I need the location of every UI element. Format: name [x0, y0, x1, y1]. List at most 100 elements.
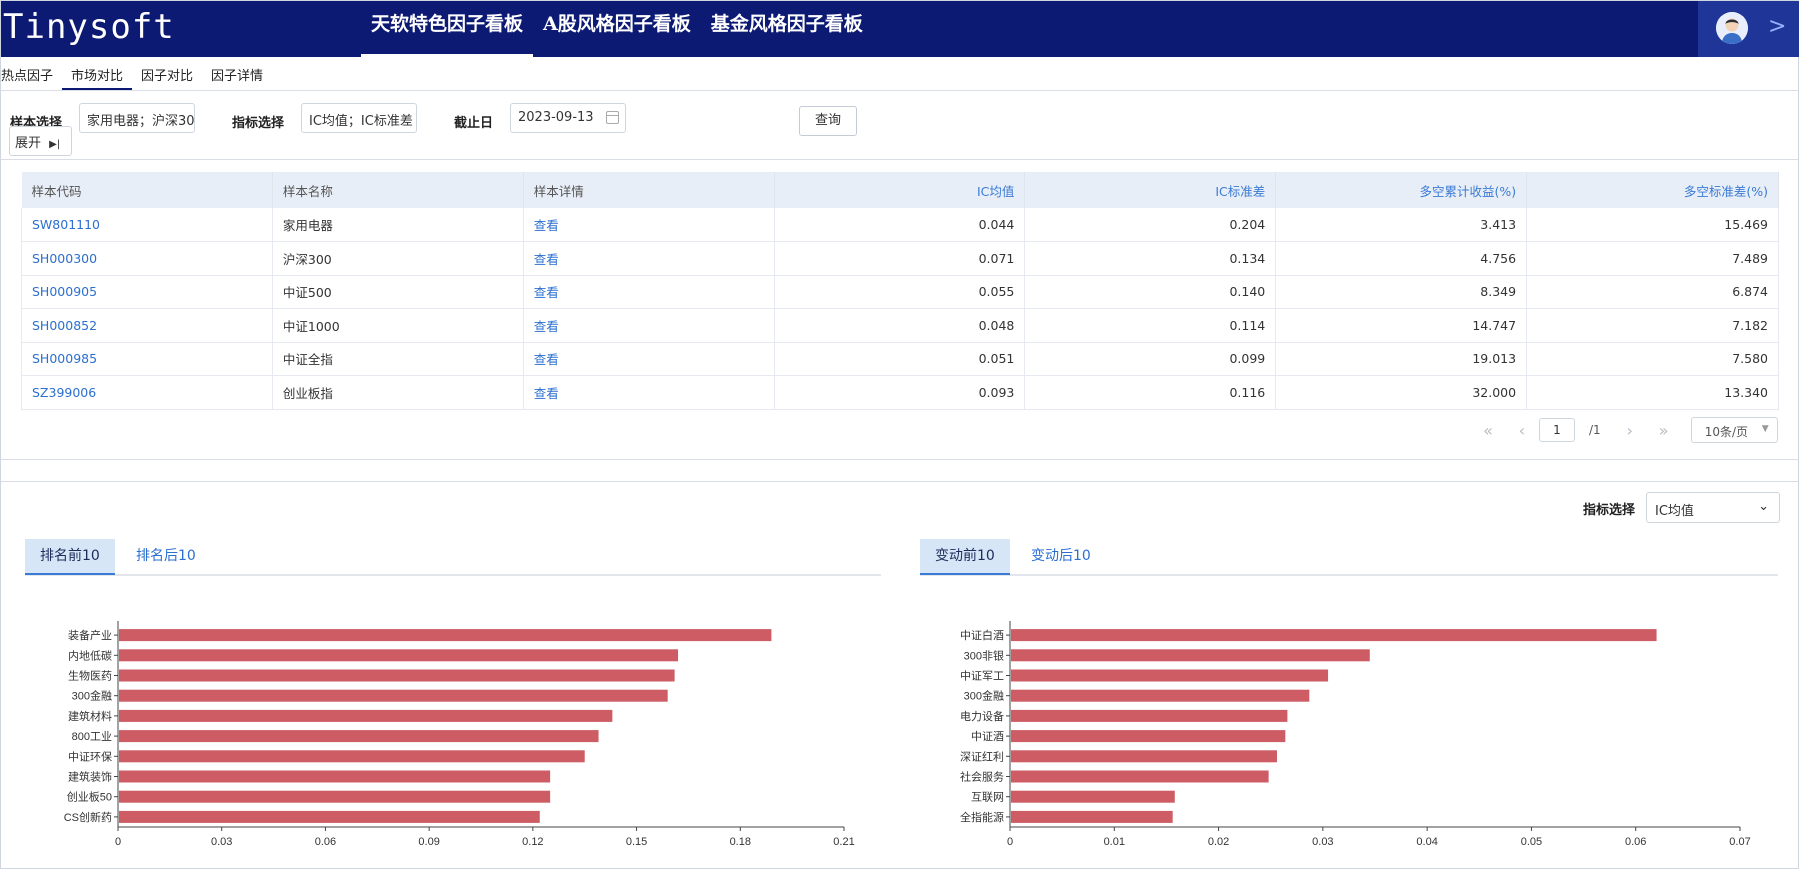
bar — [119, 689, 668, 702]
cell-ic-mean: 0.071 — [774, 241, 1026, 276]
y-tick-label: 电力设备 — [960, 709, 1004, 723]
y-tick-label: 800工业 — [72, 730, 112, 743]
col-header-ls-std[interactable]: 多空标准差(%) — [1526, 172, 1779, 208]
chevron-down-icon[interactable]: ⌄ — [1758, 499, 1769, 514]
table-row: SH000985 中证全指 查看 0.051 0.099 19.013 7.580 — [21, 342, 1779, 376]
x-tick-label: 0.15 — [626, 836, 647, 848]
x-tick-label: 0.05 — [1521, 836, 1542, 848]
bar — [119, 629, 772, 642]
main-nav: 天软特色因子看板 A股风格因子看板 基金风格因子看板 — [361, 1, 873, 57]
bar — [119, 750, 585, 763]
col-header-ic-std[interactable]: IC标准差 — [1024, 172, 1277, 208]
tab-bottom10[interactable]: 排名后10 — [121, 539, 211, 575]
end-date-label: 截止日 — [454, 116, 494, 131]
app-logo: Tinysoft — [3, 7, 175, 47]
cell-ls-std: 15.469 — [1526, 208, 1779, 242]
expand-button[interactable]: 展开 ▶︎| — [9, 126, 72, 156]
x-tick-label: 0 — [1007, 836, 1013, 848]
query-button[interactable]: 查询 — [799, 106, 857, 136]
nav-item-fund-style-board[interactable]: 基金风格因子看板 — [701, 1, 873, 57]
sample-table: 样本代码 样本名称 样本详情 IC均值 IC标准差 多空累计收益(%) 多空标准… — [21, 172, 1779, 410]
pagination: « ‹ 1 /1 › » 10条/页 — [1471, 417, 1778, 443]
cell-code[interactable]: SW801110 — [21, 208, 273, 242]
bar — [1011, 770, 1269, 783]
bar — [119, 810, 540, 823]
calendar-icon[interactable] — [606, 111, 619, 124]
cell-ic-mean: 0.093 — [774, 375, 1026, 410]
cell-detail[interactable]: 查看 — [523, 342, 775, 376]
tab-top10[interactable]: 排名前10 — [25, 539, 115, 575]
sub-tab-bar: 热点因子 市场对比 因子对比 因子详情 — [1, 57, 1799, 91]
chevron-right-icon[interactable]: > — [1768, 14, 1786, 39]
app-frame: Tinysoft 天软特色因子看板 A股风格因子看板 基金风格因子看板 > 热点… — [0, 0, 1799, 869]
col-header-name[interactable]: 样本名称 — [272, 172, 524, 208]
y-tick-label: 深证红利 — [960, 750, 1004, 763]
y-tick-label: 装备产业 — [68, 628, 112, 642]
tab-factor-detail[interactable]: 因子详情 — [202, 57, 272, 90]
y-tick-label: 中证军工 — [960, 670, 1004, 683]
tab-change-bottom10[interactable]: 变动后10 — [1016, 539, 1106, 575]
chart-indicator-select[interactable]: IC均值 ⌄ — [1646, 492, 1780, 523]
cell-name: 家用电器 — [272, 208, 524, 242]
col-header-code[interactable]: 样本代码 — [21, 172, 273, 208]
divider — [1, 459, 1799, 460]
cell-name: 中证1000 — [272, 308, 524, 343]
tab-market-compare[interactable]: 市场对比 — [62, 57, 133, 90]
cell-detail[interactable]: 查看 — [523, 375, 775, 410]
cell-detail[interactable]: 查看 — [523, 208, 775, 242]
table-header-row: 样本代码 样本名称 样本详情 IC均值 IC标准差 多空累计收益(%) 多空标准… — [21, 172, 1779, 208]
indicator-select-label: 指标选择 — [232, 116, 285, 131]
cell-ic-std: 0.140 — [1024, 275, 1277, 309]
table-row: SH000300 沪深300 查看 0.071 0.134 4.756 7.489 — [21, 241, 1779, 276]
y-tick-label: 中证白酒 — [960, 628, 1004, 642]
next-page-icon[interactable]: › — [1613, 421, 1647, 440]
y-tick-label: 中证酒 — [971, 730, 1004, 743]
bar — [119, 669, 675, 682]
nav-item-tinysoft-factor-board[interactable]: 天软特色因子看板 — [361, 1, 533, 57]
tab-change-top10[interactable]: 变动前10 — [920, 539, 1010, 575]
cell-detail[interactable]: 查看 — [523, 308, 775, 343]
avatar[interactable] — [1716, 12, 1748, 44]
cell-ic-mean: 0.048 — [774, 308, 1026, 343]
y-tick-label: 中证环保 — [68, 749, 112, 763]
cell-ls-return: 4.756 — [1275, 241, 1528, 276]
end-date-input[interactable]: 2023-09-13 — [510, 103, 626, 133]
col-header-ic-mean[interactable]: IC均值 — [774, 172, 1026, 208]
tab-hot-factors[interactable]: 热点因子 — [1, 57, 62, 90]
page-size-select[interactable]: 10条/页 — [1690, 417, 1778, 443]
cell-code[interactable]: SH000300 — [21, 241, 273, 276]
cell-ls-return: 14.747 — [1275, 308, 1528, 343]
chart-change-top10: 中证白酒 300非银中证军工 300金融电力设备中证酒深证红利社会服务互联网全指能源… — [960, 621, 1751, 848]
table-row: SH000852 中证1000 查看 0.048 0.114 14.747 7.182 — [21, 308, 1779, 343]
bar — [1011, 810, 1173, 823]
bar — [1011, 669, 1329, 682]
last-page-icon[interactable]: » — [1647, 421, 1681, 440]
col-header-detail[interactable]: 样本详情 — [523, 172, 775, 208]
indicator-select-input[interactable]: IC均值；IC标准差 — [301, 103, 417, 133]
cell-ls-std: 7.489 — [1526, 241, 1779, 276]
sample-select-input[interactable]: 家用电器；沪深300 — [79, 103, 195, 133]
first-page-icon[interactable]: « — [1471, 421, 1505, 440]
page-number-input[interactable]: 1 — [1539, 418, 1575, 442]
bar — [1011, 689, 1310, 702]
cell-code[interactable]: SH000852 — [21, 308, 273, 343]
cell-detail[interactable]: 查看 — [523, 275, 775, 309]
cell-code[interactable]: SZ399006 — [21, 375, 273, 410]
cell-code[interactable]: SH000905 — [21, 275, 273, 309]
cell-ls-std: 7.182 — [1526, 308, 1779, 343]
prev-page-icon[interactable]: ‹ — [1505, 421, 1539, 440]
cell-ic-mean: 0.051 — [774, 342, 1026, 376]
x-tick-label: 0.04 — [1416, 836, 1437, 848]
cell-code[interactable]: SH000985 — [21, 342, 273, 376]
nav-item-a-share-style-board[interactable]: A股风格因子看板 — [533, 1, 701, 57]
chart-top10: 装备产业内地低碳生物医药 300金融建筑材料 800工业中证环保建筑装饰创业板50 C… — [64, 621, 855, 848]
cell-name: 沪深300 — [272, 241, 524, 276]
cell-ls-return: 3.413 — [1275, 208, 1528, 242]
user-menu[interactable]: > — [1698, 1, 1799, 57]
col-header-ls-return[interactable]: 多空累计收益(%) — [1275, 172, 1528, 208]
expand-label: 展开 — [15, 136, 42, 151]
cell-detail[interactable]: 查看 — [523, 241, 775, 276]
cell-ic-mean: 0.055 — [774, 275, 1026, 309]
x-tick-label: 0.06 — [315, 836, 336, 848]
tab-factor-compare[interactable]: 因子对比 — [132, 57, 202, 90]
